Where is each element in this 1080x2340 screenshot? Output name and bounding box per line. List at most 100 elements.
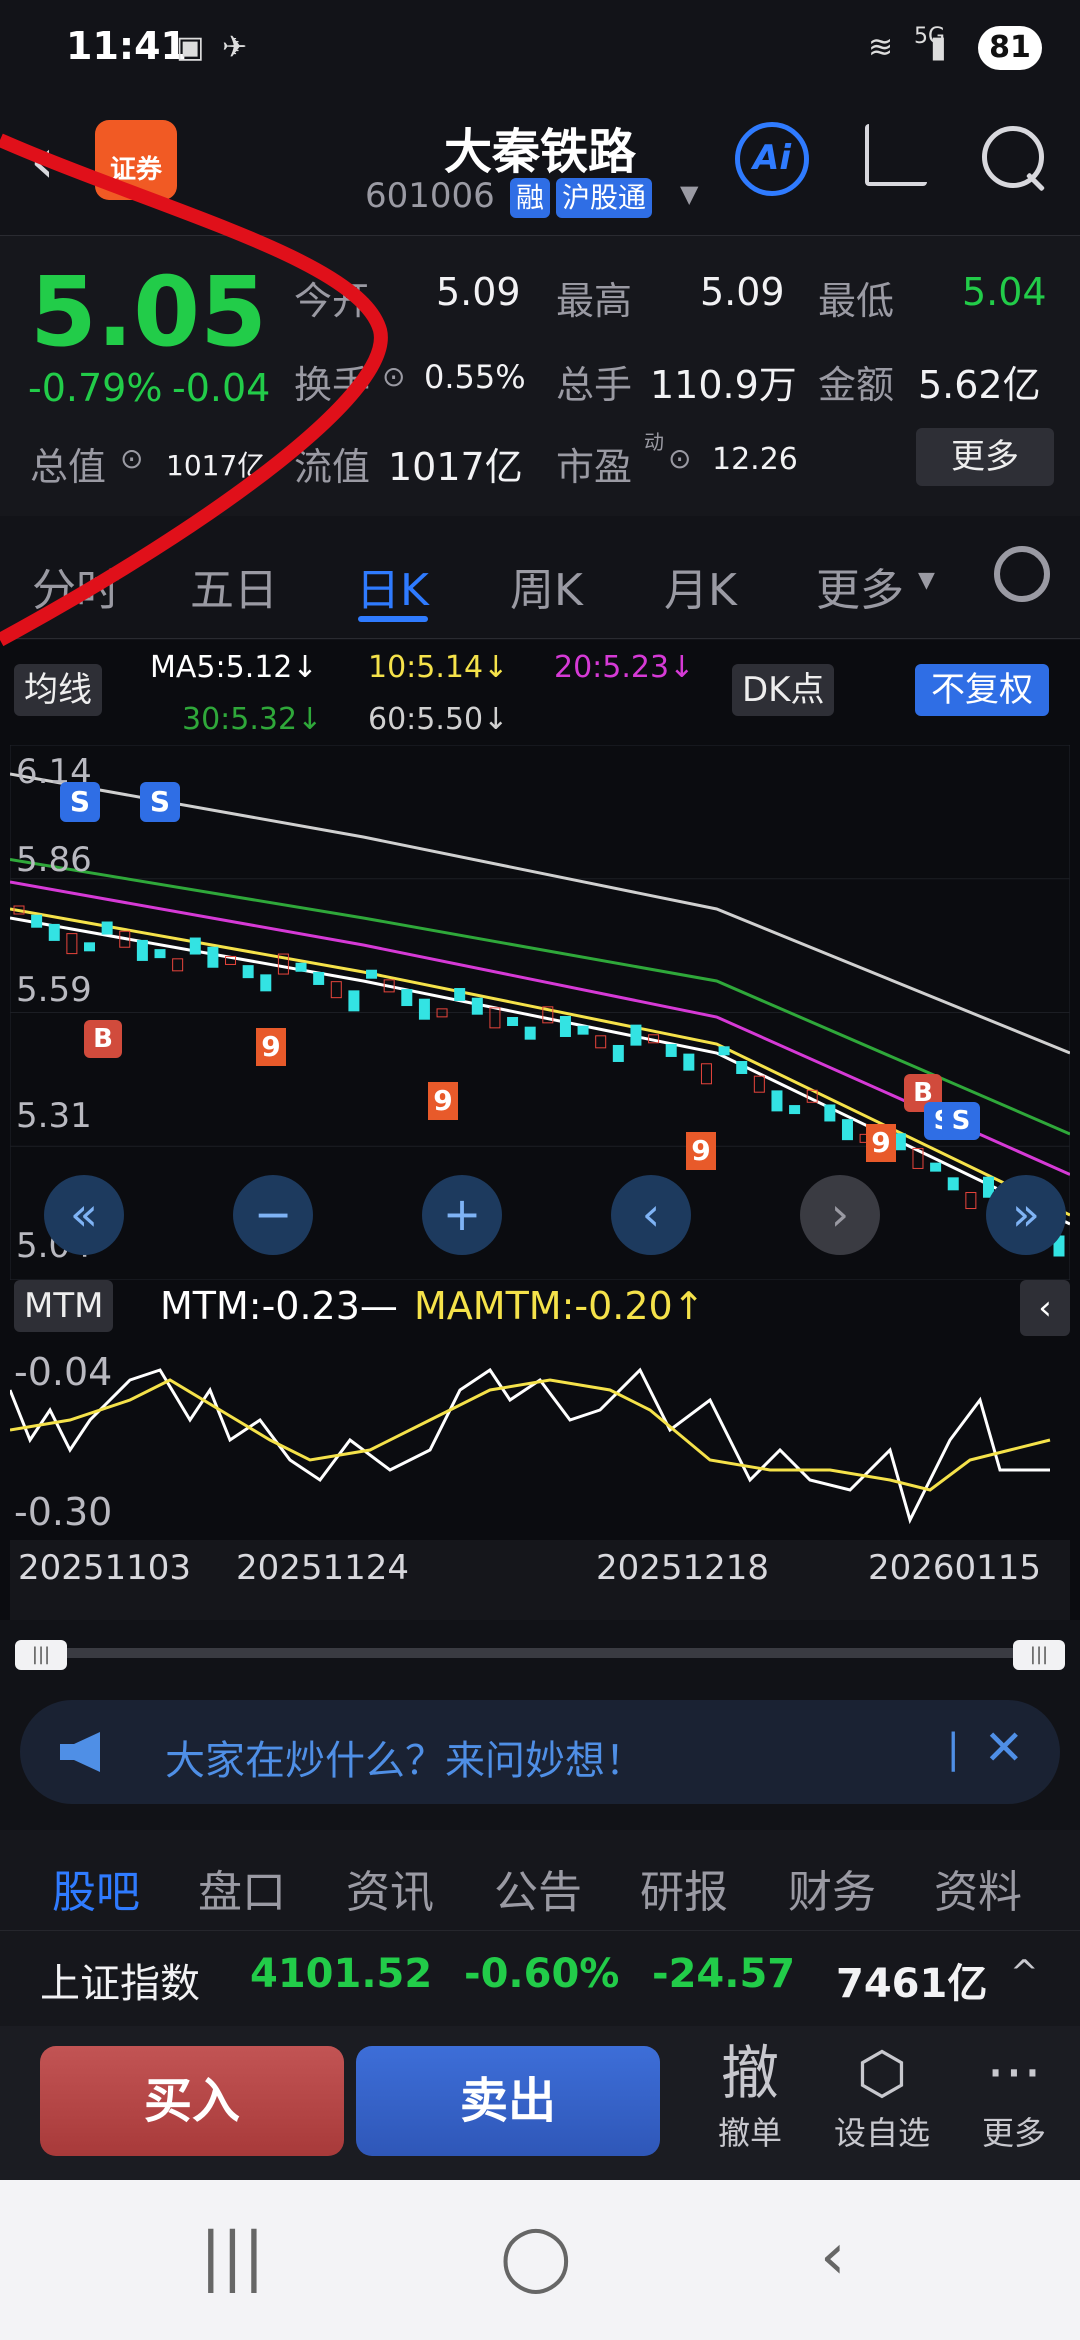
candle bbox=[136, 939, 148, 961]
indicator-select[interactable]: MTM bbox=[14, 1280, 114, 1332]
tab-five-day[interactable]: 五日 bbox=[190, 554, 278, 618]
candle bbox=[401, 989, 413, 1007]
slider-handle-right[interactable]: ||| bbox=[1013, 1640, 1065, 1670]
candle bbox=[348, 990, 360, 1012]
current-price: 5.05 bbox=[30, 256, 267, 368]
banner-text[interactable]: 大家在炒什么？来问妙想！ bbox=[165, 1728, 645, 1786]
candle bbox=[736, 1060, 748, 1074]
candle bbox=[683, 1053, 695, 1071]
candle bbox=[242, 965, 254, 979]
share-icon[interactable] bbox=[865, 124, 927, 186]
tab-news[interactable]: 资讯 bbox=[346, 1856, 434, 1920]
candle bbox=[154, 949, 166, 959]
connect-tag: 沪股通 bbox=[556, 178, 653, 218]
index-amount: 7461亿 bbox=[836, 1961, 988, 2007]
candle bbox=[471, 997, 483, 1015]
candle bbox=[84, 942, 96, 952]
tab-more[interactable]: 更多 bbox=[816, 554, 904, 618]
tab-daily-k[interactable]: 日K bbox=[356, 554, 429, 618]
cancel-order-button[interactable]: 撤 撤单 bbox=[690, 2038, 810, 2154]
period-tabs: 分时 五日 日K 周K 月K 更多 ▼ bbox=[0, 516, 1080, 639]
megaphone-icon bbox=[60, 1732, 100, 1772]
info-icon[interactable]: ⊙ bbox=[120, 442, 143, 475]
high-value: 5.09 bbox=[700, 270, 785, 314]
stock-header: ‹ 证券 大秦铁路 601006 融 沪股通 ▼ Ai bbox=[0, 100, 1080, 236]
candle bbox=[841, 1119, 853, 1141]
info-icon[interactable]: ⊙ bbox=[668, 442, 691, 475]
candle bbox=[313, 971, 325, 985]
ai-button[interactable]: Ai bbox=[735, 122, 809, 196]
tab-announcements[interactable]: 公告 bbox=[494, 1856, 582, 1920]
price-tick: 5.86 bbox=[16, 840, 92, 880]
float-cap-value: 1017亿 bbox=[388, 445, 523, 489]
ma30-value: 30:5.32↓ bbox=[182, 702, 323, 737]
ma5-value: MA5:5.12↓ bbox=[150, 650, 318, 685]
info-icon[interactable]: ⊙ bbox=[382, 360, 405, 393]
tab-profile[interactable]: 资料 bbox=[934, 1856, 1022, 1920]
candle bbox=[665, 1043, 677, 1057]
buy-button[interactable]: 买入 bbox=[40, 2046, 344, 2156]
kline-plot[interactable] bbox=[10, 745, 1070, 1280]
scroll-right-button[interactable]: › bbox=[800, 1175, 880, 1255]
chevron-up-icon[interactable]: ^ bbox=[1010, 1953, 1039, 1993]
zoom-out-button[interactable]: − bbox=[233, 1175, 313, 1255]
candle bbox=[101, 921, 113, 935]
tab-guba[interactable]: 股吧 bbox=[52, 1856, 140, 1920]
home-icon[interactable]: ◯ bbox=[500, 2220, 572, 2294]
mtm-tick-bottom: -0.30 bbox=[14, 1490, 113, 1534]
add-watchlist-label: 设自选 bbox=[833, 2114, 930, 2152]
hexagon-icon: ⬡ bbox=[856, 2039, 908, 2107]
range-slider[interactable]: ||| ||| bbox=[15, 1640, 1065, 1670]
mtm-plot[interactable] bbox=[10, 1340, 1070, 1540]
slider-handle-left[interactable]: ||| bbox=[15, 1640, 67, 1670]
ask-banner[interactable]: 大家在炒什么？来问妙想！ | ✕ bbox=[20, 1700, 1060, 1804]
candle bbox=[507, 1017, 519, 1027]
dk-point-toggle[interactable]: DK点 bbox=[732, 664, 835, 716]
buy-signal-marker[interactable]: B bbox=[84, 1020, 122, 1058]
sell-signal-marker[interactable]: S bbox=[140, 782, 180, 822]
price-tick: 5.59 bbox=[16, 970, 92, 1010]
candle bbox=[612, 1044, 624, 1062]
collapse-indicator-button[interactable]: ‹ bbox=[1020, 1280, 1070, 1336]
recents-icon[interactable]: ||| bbox=[200, 2220, 265, 2294]
index-ticker[interactable]: 上证指数 4101.52 -0.60% -24.57 7461亿 ^ bbox=[0, 1930, 1080, 2027]
candle bbox=[894, 1133, 906, 1151]
mamtm-value: MAMTM:-0.20↑ bbox=[414, 1284, 705, 1328]
tab-monthly-k[interactable]: 月K bbox=[664, 554, 737, 618]
scroll-right-fast-button[interactable]: » bbox=[986, 1175, 1066, 1255]
ma10-value: 10:5.14↓ bbox=[368, 650, 509, 685]
tab-weekly-k[interactable]: 周K bbox=[510, 554, 583, 618]
mtm-tick-top: -0.04 bbox=[14, 1350, 113, 1394]
adjust-select[interactable]: 不复权 bbox=[915, 664, 1049, 716]
candle bbox=[630, 1024, 642, 1046]
sell-signal-marker[interactable]: S bbox=[942, 1102, 980, 1140]
mktcap-label: 总值 bbox=[30, 445, 107, 489]
candle bbox=[207, 946, 219, 968]
quote-more-button[interactable]: 更多 bbox=[916, 428, 1054, 486]
tab-research[interactable]: 研报 bbox=[640, 1856, 728, 1920]
sell-button[interactable]: 卖出 bbox=[356, 2046, 660, 2156]
tab-orderbook[interactable]: 盘口 bbox=[198, 1856, 286, 1920]
date-tick: 20251218 bbox=[596, 1548, 770, 1588]
clock: 11:41 bbox=[66, 24, 187, 68]
add-watchlist-button[interactable]: ⬡ 设自选 bbox=[822, 2038, 942, 2154]
volume-value: 110.9万 bbox=[650, 363, 797, 407]
banner-divider: | bbox=[946, 1726, 960, 1772]
gear-icon[interactable] bbox=[994, 546, 1050, 602]
scroll-left-button[interactable]: ‹ bbox=[611, 1175, 691, 1255]
close-icon[interactable]: ✕ bbox=[984, 1720, 1024, 1776]
back-nav-icon[interactable]: ‹ bbox=[820, 2220, 846, 2294]
scroll-left-fast-button[interactable]: « bbox=[44, 1175, 124, 1255]
zoom-in-button[interactable]: + bbox=[422, 1175, 502, 1255]
tab-intraday[interactable]: 分时 bbox=[32, 554, 120, 618]
search-icon[interactable] bbox=[982, 126, 1044, 188]
tags-dropdown-icon[interactable]: ▼ bbox=[680, 180, 698, 208]
chevron-down-icon: ▼ bbox=[918, 568, 935, 593]
more-actions-button[interactable]: ··· 更多 bbox=[954, 2038, 1074, 2154]
ma-mode-select[interactable]: 均线 bbox=[14, 664, 102, 716]
slider-track[interactable] bbox=[45, 1648, 1035, 1658]
sell-signal-marker[interactable]: S bbox=[60, 782, 100, 822]
candle bbox=[930, 1162, 942, 1172]
candle bbox=[718, 1046, 730, 1056]
tab-finance[interactable]: 财务 bbox=[788, 1856, 876, 1920]
